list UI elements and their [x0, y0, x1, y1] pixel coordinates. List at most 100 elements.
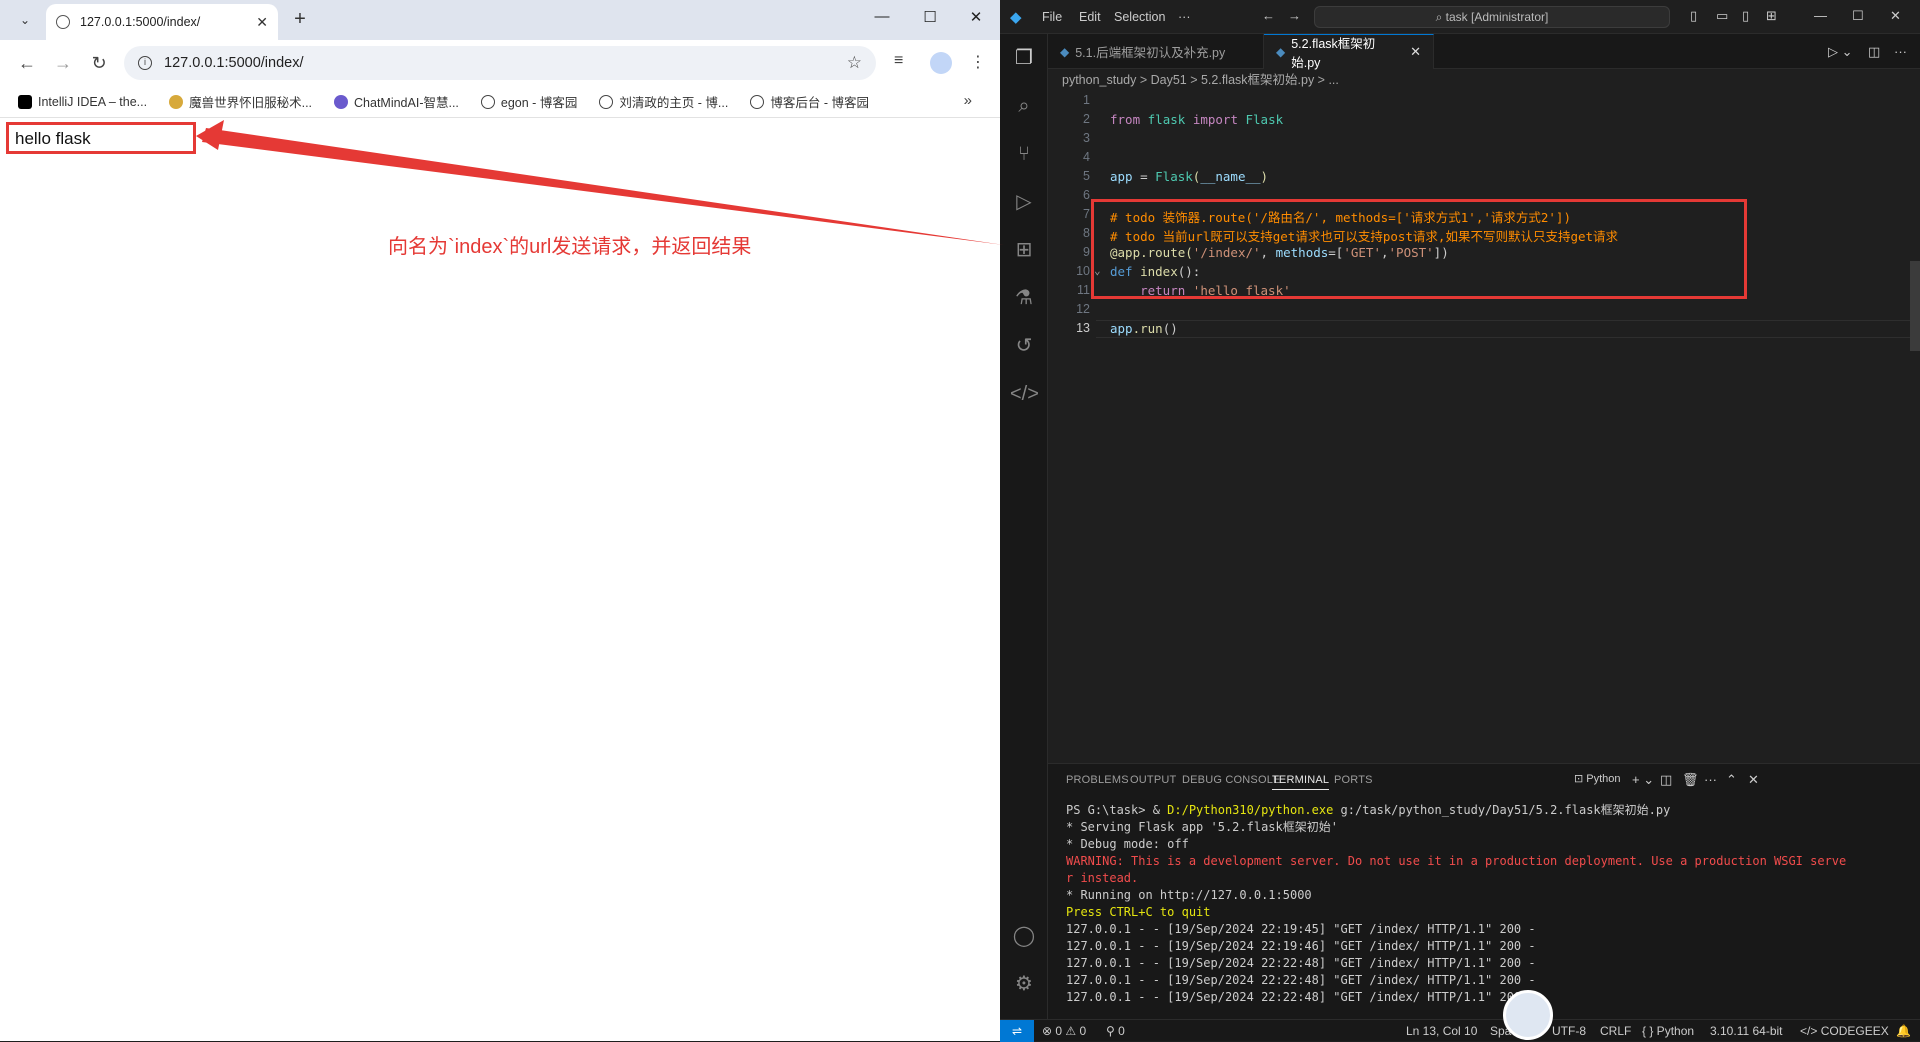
terminal-output[interactable]: PS G:\task> & D:/Python310/python.exe g:…: [1066, 802, 1906, 1006]
code-line-5: app = Flask(__name__): [1110, 169, 1269, 184]
intellij-icon: [18, 94, 32, 109]
accounts-icon[interactable]: ◯: [1010, 922, 1038, 950]
current-line-highlight: [1096, 320, 1920, 338]
menu-selection[interactable]: Selection: [1114, 10, 1165, 24]
more-bookmarks-icon[interactable]: »: [964, 92, 972, 109]
bookmark-item[interactable]: 魔兽世界怀旧服秘术...: [169, 92, 312, 111]
code-editor[interactable]: 1 2 3 4 5 6 7 8 9 10 11 12 13 ⌄ from fla…: [1048, 91, 1920, 763]
nav-back-icon[interactable]: ←: [1262, 8, 1275, 23]
reload-button[interactable]: ↻: [86, 51, 112, 77]
vs-minimize-button[interactable]: —: [1814, 8, 1827, 23]
line-number: 4: [1083, 150, 1090, 164]
panel-more-icon[interactable]: ···: [1704, 772, 1717, 787]
notifications-bell-icon[interactable]: 🔔: [1896, 1024, 1911, 1038]
bookmark-item[interactable]: ChatMindAI-智慧...: [334, 92, 459, 111]
maximize-panel-icon[interactable]: ⌃: [1726, 772, 1737, 788]
site-info-icon[interactable]: i: [138, 56, 152, 70]
tab-5-1[interactable]: ◆ 5.1.后端框架初认及补充.py: [1048, 34, 1264, 69]
floating-assistant-icon[interactable]: [1503, 990, 1553, 1040]
search-icon[interactable]: ⌕: [1010, 92, 1038, 120]
wow-icon: [169, 94, 184, 109]
browser-tab[interactable]: 127.0.0.1:5000/index/ ✕: [46, 4, 278, 40]
bottom-panel: PROBLEMS OUTPUT DEBUG CONSOLE TERMINAL P…: [1048, 763, 1920, 1019]
vscode-logo-icon: ◆: [1010, 9, 1022, 26]
command-center[interactable]: ⌕ task [Administrator]: [1314, 6, 1670, 28]
maximize-button[interactable]: ☐: [910, 8, 950, 26]
line-number: 1: [1083, 93, 1090, 107]
tab-5-2[interactable]: ◆ 5.2.flask框架初始.py ✕: [1264, 34, 1434, 70]
browser-window: ⌄ 127.0.0.1:5000/index/ ✕ + — ☐ ✕ ← → ↻ …: [0, 0, 1000, 1041]
new-terminal-icon[interactable]: + ⌄: [1632, 772, 1654, 788]
run-debug-icon[interactable]: ▷: [1010, 188, 1038, 216]
terminal-line: * Serving Flask app '5.2.flask框架初始': [1066, 820, 1338, 834]
breadcrumb[interactable]: python_study > Day51 > 5.2.flask框架初始.py …: [1048, 69, 1920, 91]
editor-scrollbar[interactable]: [1910, 261, 1920, 351]
close-tab-icon[interactable]: ✕: [256, 14, 268, 31]
forward-button[interactable]: →: [50, 51, 76, 77]
toggle-sidebar-icon[interactable]: ▯: [1690, 8, 1697, 24]
encoding[interactable]: UTF-8: [1552, 1024, 1586, 1038]
menu-icon[interactable]: ⋮: [970, 52, 986, 72]
bookmark-item[interactable]: egon - 博客园: [480, 92, 577, 111]
tab-terminal[interactable]: TERMINAL: [1272, 774, 1330, 790]
run-file-icon[interactable]: ▷ ⌄: [1828, 44, 1853, 60]
vs-close-button[interactable]: ✕: [1890, 8, 1901, 24]
testing-icon[interactable]: ⚗: [1010, 284, 1038, 312]
vs-maximize-button[interactable]: ☐: [1852, 8, 1864, 24]
bookmarks-bar: IntelliJ IDEA – the... 魔兽世界怀旧服秘术... Chat…: [0, 86, 1000, 118]
editor-tabs: ◆ 5.1.后端框架初认及补充.py ◆ 5.2.flask框架初始.py ✕ ▷ ⌄…: [1048, 34, 1920, 70]
menu-edit[interactable]: Edit: [1079, 10, 1101, 24]
tab-search-button[interactable]: ⌄: [12, 9, 38, 31]
new-tab-button[interactable]: +: [288, 8, 312, 32]
tab-output[interactable]: OUTPUT: [1130, 774, 1176, 786]
bookmark-item[interactable]: 刘清政的主页 - 博...: [599, 92, 728, 111]
browser-tab-strip: ⌄ 127.0.0.1:5000/index/ ✕ + — ☐ ✕: [0, 0, 1000, 40]
customize-layout-icon[interactable]: ⊞: [1766, 8, 1777, 24]
menu-more[interactable]: ···: [1178, 10, 1191, 24]
line-number: 12: [1076, 302, 1090, 316]
source-control-icon[interactable]: ⑂: [1010, 140, 1038, 168]
hello-flask-text: hello flask: [6, 122, 196, 154]
line-ending[interactable]: CRLF: [1600, 1024, 1631, 1038]
close-window-button[interactable]: ✕: [956, 8, 996, 26]
close-tab-icon[interactable]: ✕: [1410, 44, 1421, 60]
close-panel-icon[interactable]: ✕: [1748, 772, 1759, 788]
trash-icon[interactable]: 🗑: [1682, 772, 1699, 788]
activity-bar: ❐ ⌕ ⑂ ▷ ⊞ ⚗ ↺ </> ◯ ⚙: [1000, 34, 1048, 1019]
toggle-secondary-sidebar-icon[interactable]: ▯: [1742, 8, 1749, 24]
tab-ports[interactable]: PORTS: [1334, 774, 1373, 786]
codegeex-status[interactable]: </> CODEGEEX: [1800, 1024, 1889, 1038]
bookmark-star-icon[interactable]: ☆: [847, 53, 862, 73]
cursor-position[interactable]: Ln 13, Col 10: [1406, 1024, 1477, 1038]
media-icon[interactable]: ≡: [894, 52, 903, 70]
python-interpreter[interactable]: 3.10.11 64-bit: [1710, 1024, 1783, 1038]
explorer-icon[interactable]: ❐: [1010, 44, 1038, 72]
more-actions-icon[interactable]: ···: [1894, 44, 1907, 59]
bookmark-item[interactable]: IntelliJ IDEA – the...: [18, 94, 147, 109]
minimize-button[interactable]: —: [862, 8, 902, 25]
address-bar[interactable]: i 127.0.0.1:5000/index/ ☆: [124, 46, 876, 80]
extensions-icon[interactable]: ⊞: [1010, 236, 1038, 264]
language-mode[interactable]: { } Python: [1642, 1024, 1694, 1038]
tab-debug-console[interactable]: DEBUG CONSOLE: [1182, 774, 1281, 786]
menu-file[interactable]: File: [1042, 10, 1062, 24]
bookmark-item[interactable]: 博客后台 - 博客园: [750, 92, 869, 111]
problems-count[interactable]: ⊗ 0 ⚠ 0: [1042, 1024, 1086, 1038]
back-button[interactable]: ←: [14, 51, 40, 77]
code-highlight-box: [1091, 199, 1747, 299]
remote-explorer-icon[interactable]: ↺: [1010, 332, 1038, 360]
remote-indicator-icon[interactable]: ⇌: [1000, 1020, 1034, 1042]
line-number: 2: [1083, 112, 1090, 126]
settings-gear-icon[interactable]: ⚙: [1010, 970, 1038, 998]
codegeex-icon[interactable]: </>: [1010, 380, 1039, 408]
url-text[interactable]: 127.0.0.1:5000/index/: [164, 55, 847, 71]
ports-count[interactable]: ⚲ 0: [1106, 1024, 1125, 1038]
split-terminal-icon[interactable]: ◫: [1660, 772, 1672, 788]
toggle-panel-icon[interactable]: ▭: [1716, 8, 1728, 24]
terminal-warning: WARNING: This is a development server. D…: [1066, 854, 1847, 868]
tab-problems[interactable]: PROBLEMS: [1066, 774, 1129, 786]
split-editor-icon[interactable]: ◫: [1868, 44, 1880, 60]
terminal-profile[interactable]: ⊡ Python: [1574, 772, 1621, 785]
nav-forward-icon[interactable]: →: [1288, 8, 1301, 23]
profile-avatar[interactable]: [930, 52, 952, 74]
